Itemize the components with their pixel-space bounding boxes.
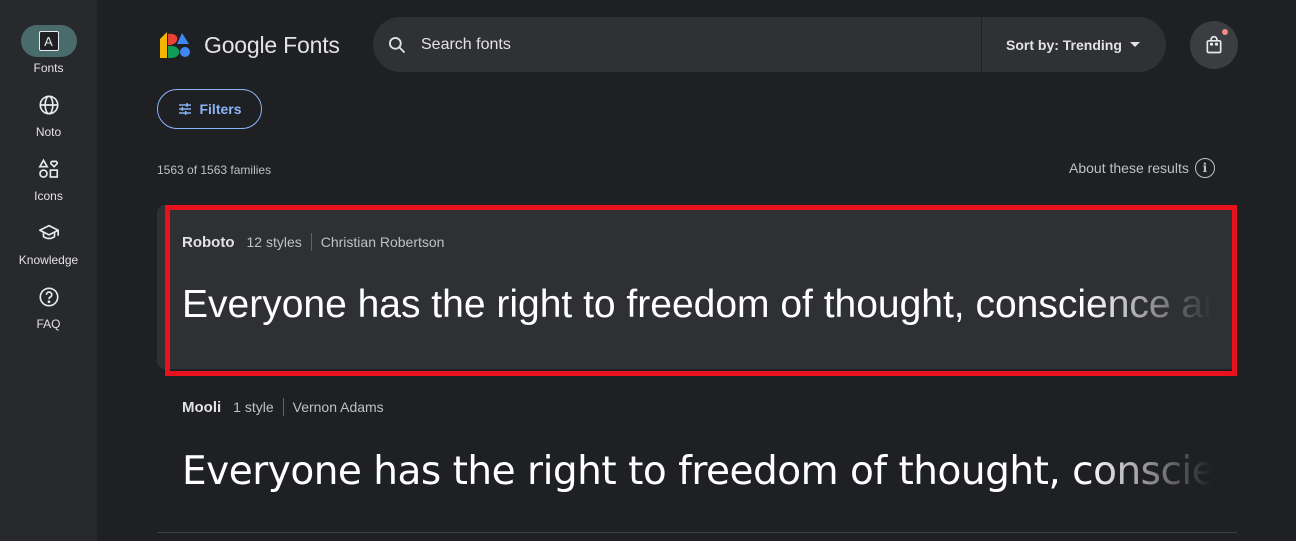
about-results-button[interactable]: About these results i	[1069, 158, 1215, 178]
meta-divider	[282, 398, 284, 416]
rail-item-faq[interactable]: FAQ	[0, 281, 97, 331]
fonts-glyph: A	[38, 31, 59, 51]
font-card-roboto[interactable]: Roboto 12 styles Christian Robertson Eve…	[157, 205, 1237, 369]
search-input[interactable]	[421, 35, 981, 54]
logo-text: Google Fonts	[204, 31, 340, 58]
rail-label-noto: Noto	[35, 125, 62, 139]
rail-label-faq: FAQ	[36, 317, 61, 331]
font-designer: Christian Robertson	[320, 234, 445, 250]
font-card-meta: Roboto 12 styles Christian Robertson	[182, 233, 444, 251]
filters-label: Filters	[199, 101, 242, 117]
font-card-mooli[interactable]: Mooli 1 style Vernon Adams Everyone has …	[157, 383, 1237, 533]
rail-item-fonts[interactable]: A Fonts	[0, 25, 97, 75]
filters-button[interactable]: Filters	[157, 89, 262, 129]
font-designer: Vernon Adams	[292, 399, 384, 415]
font-family-name: Roboto	[182, 233, 235, 251]
google-fonts-logo-icon	[158, 31, 192, 59]
rail-item-icons[interactable]: Icons	[0, 153, 97, 203]
rail-item-knowledge[interactable]: Knowledge	[0, 217, 97, 267]
chevron-down-icon	[1129, 42, 1140, 47]
font-style-count: 12 styles	[246, 234, 302, 250]
google-fonts-logo[interactable]: Google Fonts	[158, 31, 340, 59]
rail-label-fonts: Fonts	[33, 61, 64, 75]
rail-label-knowledge: Knowledge	[18, 253, 79, 267]
shapes-icon	[21, 153, 77, 185]
tune-icon	[179, 103, 192, 115]
sort-label: Sort by: Trending	[1006, 36, 1122, 53]
rail-label-icons: Icons	[34, 189, 63, 203]
font-card-meta: Mooli 1 style Vernon Adams	[182, 398, 384, 416]
font-preview-text: Everyone has the right to freedom of tho…	[182, 283, 1212, 326]
search-bar: Sort by: Trending	[373, 17, 1166, 72]
info-icon: i	[1194, 158, 1215, 178]
font-family-name: Mooli	[182, 398, 222, 416]
fonts-icon: A	[20, 25, 77, 57]
help-icon	[21, 281, 77, 313]
notification-dot	[1222, 29, 1228, 35]
rail-item-noto[interactable]: Noto	[0, 89, 97, 139]
meta-divider	[310, 233, 312, 251]
results-count: 1563 of 1563 families	[157, 163, 272, 177]
font-style-count: 1 style	[233, 399, 274, 415]
sort-divider	[981, 17, 982, 72]
search-icon	[389, 36, 406, 53]
nav-rail: A Fonts Noto Icons Knowledge FAQ	[0, 0, 97, 541]
about-results-label: About these results	[1069, 160, 1189, 176]
cart-button[interactable]	[1190, 21, 1238, 69]
sort-dropdown[interactable]: Sort by: Trending	[1006, 17, 1140, 72]
school-icon	[21, 217, 77, 249]
font-preview-text: Everyone has the right to freedom of tho…	[182, 449, 1212, 494]
globe-icon	[21, 89, 77, 121]
shopping-bag-icon	[1206, 35, 1222, 54]
